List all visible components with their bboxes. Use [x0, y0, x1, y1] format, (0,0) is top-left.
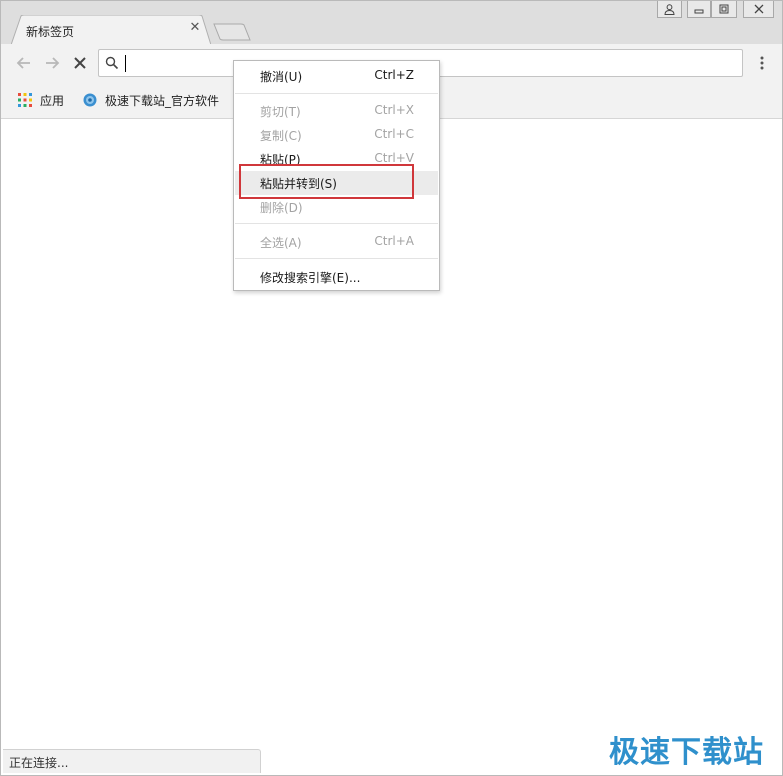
- new-tab-button[interactable]: [213, 23, 251, 41]
- forward-arrow-icon: [46, 57, 60, 69]
- menu-item-copy[interactable]: 复制(C) Ctrl+C: [235, 123, 438, 147]
- restore-button[interactable]: [711, 1, 737, 18]
- menu-item-label: 撤消(U): [260, 70, 303, 84]
- menu-item-undo[interactable]: 撤消(U) Ctrl+Z: [235, 64, 438, 88]
- bookmark-jisu-download[interactable]: 极速下载站_官方软件: [83, 90, 219, 110]
- close-window-icon: [754, 4, 763, 14]
- profile-button[interactable]: [657, 1, 682, 18]
- back-button[interactable]: [13, 52, 35, 74]
- menu-separator: [235, 258, 438, 259]
- forward-button[interactable]: [41, 52, 63, 74]
- menu-item-label: 粘贴并转到(S): [260, 177, 337, 191]
- menu-item-paste-and-go[interactable]: 粘贴并转到(S): [235, 171, 438, 195]
- status-text: 正在连接...: [9, 756, 69, 770]
- watermark-logo: 极速下载站: [609, 735, 764, 770]
- menu-item-label: 删除(D): [260, 201, 303, 215]
- back-arrow-icon: [16, 57, 30, 69]
- menu-item-paste[interactable]: 粘贴(P) Ctrl+V: [235, 147, 438, 171]
- close-window-button[interactable]: [743, 1, 774, 18]
- menu-item-shortcut: Ctrl+Z: [374, 68, 414, 82]
- menu-item-label: 复制(C): [260, 129, 302, 143]
- menu-item-label: 全选(A): [260, 236, 302, 250]
- site-globe-icon: [83, 93, 97, 107]
- minimize-button[interactable]: [687, 1, 711, 18]
- user-icon: [664, 3, 675, 15]
- chrome-menu-button[interactable]: [754, 52, 770, 74]
- status-bubble: 正在连接...: [3, 749, 261, 773]
- context-menu: 撤消(U) Ctrl+Z 剪切(T) Ctrl+X 复制(C) Ctrl+C 粘…: [233, 60, 440, 291]
- bookmark-label: 极速下载站_官方软件: [104, 93, 219, 108]
- restore-icon: [719, 4, 729, 14]
- text-caret: [125, 55, 126, 72]
- apps-grid-icon: [18, 93, 32, 107]
- bookmark-apps[interactable]: 应用: [18, 90, 64, 110]
- menu-item-edit-search-engines[interactable]: 修改搜索引擎(E)...: [235, 265, 438, 289]
- menu-item-select-all[interactable]: 全选(A) Ctrl+A: [235, 230, 438, 254]
- menu-item-shortcut: Ctrl+C: [374, 127, 414, 141]
- menu-separator: [235, 93, 438, 94]
- menu-item-shortcut: Ctrl+A: [374, 234, 414, 248]
- tab-new-tab-page[interactable]: 新标签页 ✕: [11, 15, 211, 45]
- menu-item-label: 剪切(T): [260, 105, 301, 119]
- menu-item-shortcut: Ctrl+X: [374, 103, 414, 117]
- menu-item-label: 粘贴(P): [260, 153, 301, 167]
- tab-strip: 新标签页 ✕: [1, 1, 782, 45]
- close-icon[interactable]: ✕: [187, 20, 203, 36]
- menu-item-delete[interactable]: 删除(D): [235, 195, 438, 219]
- minimize-icon: [694, 9, 704, 14]
- stop-button[interactable]: [69, 52, 91, 74]
- menu-separator: [235, 223, 438, 224]
- search-icon: [105, 56, 119, 70]
- kebab-menu-icon: [760, 56, 764, 70]
- bookmark-label: 应用: [40, 93, 65, 108]
- menu-item-cut[interactable]: 剪切(T) Ctrl+X: [235, 99, 438, 123]
- stop-x-icon: [74, 57, 86, 69]
- tab-title: 新标签页: [26, 25, 75, 39]
- menu-item-shortcut: Ctrl+V: [374, 151, 414, 165]
- menu-item-label: 修改搜索引擎(E)...: [260, 271, 361, 285]
